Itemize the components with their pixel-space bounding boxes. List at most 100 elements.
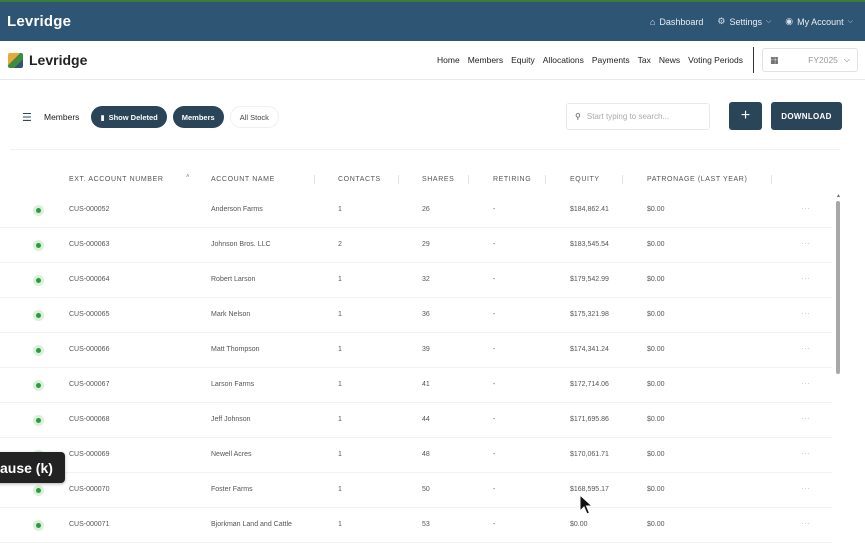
table-row[interactable]: CUS-000069 Newell Acres 1 48 - $170,061.… [0, 438, 832, 473]
top-bar: Levridge ⌂ Dashboard ⚙ Settings ⌵ ◉ My A… [0, 0, 865, 41]
nav-link-allocations[interactable]: Allocations [543, 55, 584, 65]
column-divider [398, 175, 399, 184]
sort-indicator-icon[interactable]: ˄ [186, 174, 190, 180]
status-active-icon [33, 275, 44, 286]
row-more-icon[interactable]: ··· [801, 519, 811, 528]
cell-account-name[interactable]: Robert Larson [211, 276, 255, 283]
cell-patronage: $0.00 [647, 346, 665, 353]
cell-ext-account[interactable]: CUS-000070 [69, 486, 109, 493]
cell-account-name[interactable]: Matt Thompson [211, 346, 260, 353]
status-active-icon [33, 415, 44, 426]
logo[interactable]: Levridge [8, 52, 87, 68]
nav-link-tax[interactable]: Tax [638, 55, 651, 65]
cell-shares: 44 [422, 416, 430, 423]
nav-link-equity[interactable]: Equity [511, 55, 535, 65]
nav-link-payments[interactable]: Payments [592, 55, 630, 65]
column-divider [622, 175, 623, 184]
app-brand[interactable]: Levridge [7, 13, 71, 30]
dashboard-label: Dashboard [659, 16, 704, 27]
dashboard-link[interactable]: ⌂ Dashboard [650, 17, 703, 27]
column-header-ext-account[interactable]: EXT. ACCOUNT NUMBER [69, 176, 164, 183]
cell-ext-account[interactable]: CUS-000071 [69, 521, 109, 528]
table-row[interactable]: CUS-000064 Robert Larson 1 32 - $179,542… [0, 263, 832, 298]
row-more-icon[interactable]: ··· [801, 309, 811, 318]
cell-ext-account[interactable]: CUS-000065 [69, 311, 109, 318]
column-divider [314, 175, 315, 184]
show-deleted-button[interactable]: ▮ Show Deleted [91, 106, 167, 128]
row-more-icon[interactable]: ··· [801, 274, 811, 283]
table-row[interactable]: CUS-000071 Bjorkman Land and Cattle 1 53… [0, 508, 832, 543]
table-scrollbar[interactable] [836, 201, 840, 374]
gear-icon: ⚙ [717, 16, 726, 26]
cell-account-name[interactable]: Johnson Bros. LLC [211, 241, 271, 248]
table-row[interactable]: CUS-000065 Mark Nelson 1 36 - $175,321.9… [0, 298, 832, 333]
pause-tooltip-text: ause (k) [0, 459, 53, 476]
settings-label: Settings [729, 16, 762, 27]
nav-link-news[interactable]: News [659, 55, 680, 65]
chevron-down-icon: ⌵ [843, 55, 850, 64]
cell-account-name[interactable]: Foster Farms [211, 486, 253, 493]
members-filter-pill[interactable]: Members [172, 106, 224, 128]
row-more-icon[interactable]: ··· [801, 379, 811, 388]
table-row[interactable]: CUS-000063 Johnson Bros. LLC 2 29 - $183… [0, 228, 832, 263]
cell-retiring: - [493, 416, 496, 423]
cell-retiring: - [493, 241, 496, 248]
column-header-equity[interactable]: EQUITY [570, 176, 600, 183]
cell-ext-account[interactable]: CUS-000052 [69, 206, 109, 213]
cell-ext-account[interactable]: CUS-000063 [69, 241, 109, 248]
row-more-icon[interactable]: ··· [801, 414, 811, 423]
cell-equity: $168,595.17 [570, 486, 609, 493]
status-active-icon [33, 240, 44, 251]
nav-divider [753, 47, 754, 73]
cell-equity: $171,695.86 [570, 416, 609, 423]
all-stock-label: All Stock [239, 112, 269, 122]
row-more-icon[interactable]: ··· [801, 484, 811, 493]
row-more-icon[interactable]: ··· [801, 204, 811, 213]
column-header-contacts[interactable]: CONTACTS [338, 176, 381, 183]
account-menu[interactable]: ◉ My Account ⌵ [785, 16, 853, 27]
members-toolbar: ☰ Members ▮ Show Deleted Members All Sto… [0, 100, 865, 134]
cell-account-name[interactable]: Bjorkman Land and Cattle [211, 521, 292, 528]
nav-link-members[interactable]: Members [468, 55, 503, 65]
column-divider [468, 175, 469, 184]
cell-ext-account[interactable]: CUS-000064 [69, 276, 109, 283]
filter-sliders-icon[interactable]: ☰ [22, 111, 36, 124]
cell-ext-account[interactable]: CUS-000069 [69, 451, 109, 458]
nav-link-voting-periods[interactable]: Voting Periods [688, 55, 743, 65]
cell-contacts: 1 [338, 276, 342, 283]
cell-account-name[interactable]: Larson Farms [211, 381, 254, 388]
column-divider [771, 175, 772, 184]
nav-link-home[interactable]: Home [437, 55, 460, 65]
column-header-account-name[interactable]: ACCOUNT NAME [211, 176, 275, 183]
cell-account-name[interactable]: Mark Nelson [211, 311, 250, 318]
cell-ext-account[interactable]: CUS-000066 [69, 346, 109, 353]
row-more-icon[interactable]: ··· [801, 344, 811, 353]
scroll-up-arrow-icon[interactable]: ▲ [836, 193, 841, 199]
search-input[interactable]: ⚲ Start typing to search... [566, 103, 710, 130]
all-stock-pill[interactable]: All Stock [229, 106, 279, 128]
row-more-icon[interactable]: ··· [801, 239, 811, 248]
cell-account-name[interactable]: Jeff Johnson [211, 416, 251, 423]
table-row[interactable]: CUS-000052 Anderson Farms 1 26 - $184,86… [0, 193, 832, 228]
column-header-shares[interactable]: SHARES [422, 176, 454, 183]
cell-equity: $172,714.06 [570, 381, 609, 388]
table-row[interactable]: CUS-000067 Larson Farms 1 41 - $172,714.… [0, 368, 832, 403]
settings-menu[interactable]: ⚙ Settings ⌵ [717, 16, 771, 27]
fiscal-year-select[interactable]: ▦ FY2025 ⌵ [762, 48, 858, 72]
cell-equity: $183,545.54 [570, 241, 609, 248]
cell-patronage: $0.00 [647, 381, 665, 388]
download-button[interactable]: DOWNLOAD [771, 102, 842, 130]
add-member-button[interactable]: + [729, 102, 762, 130]
cell-account-name[interactable]: Newell Acres [211, 451, 251, 458]
cell-ext-account[interactable]: CUS-000067 [69, 381, 109, 388]
table-row[interactable]: CUS-000070 Foster Farms 1 50 - $168,595.… [0, 473, 832, 508]
table-row[interactable]: CUS-000068 Jeff Johnson 1 44 - $171,695.… [0, 403, 832, 438]
status-active-icon [33, 205, 44, 216]
cell-account-name[interactable]: Anderson Farms [211, 206, 263, 213]
column-header-retiring[interactable]: RETIRING [493, 176, 531, 183]
column-header-patronage[interactable]: PATRONAGE (LAST YEAR) [647, 176, 747, 183]
table-row[interactable]: CUS-000066 Matt Thompson 1 39 - $174,341… [0, 333, 832, 368]
account-label: My Account [797, 16, 844, 27]
row-more-icon[interactable]: ··· [801, 449, 811, 458]
cell-ext-account[interactable]: CUS-000068 [69, 416, 109, 423]
